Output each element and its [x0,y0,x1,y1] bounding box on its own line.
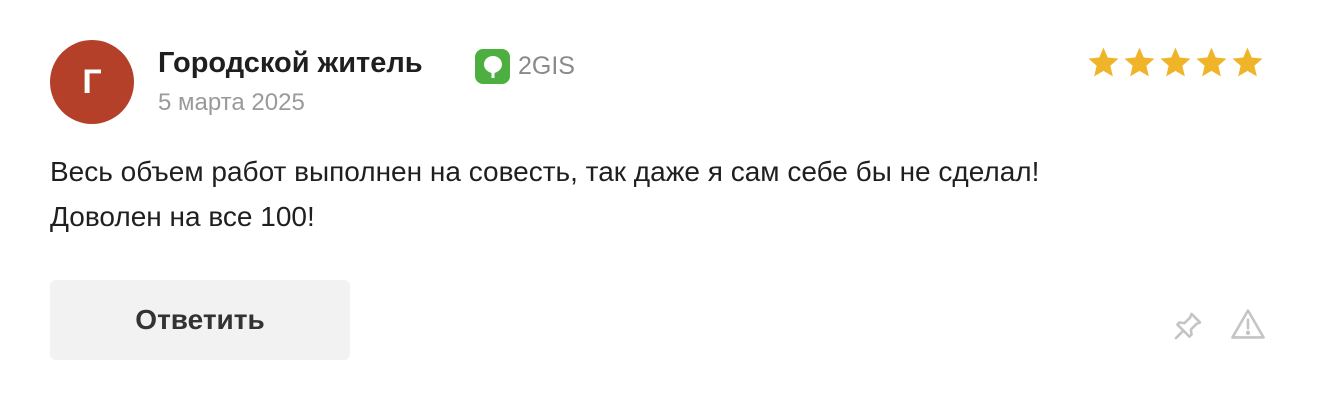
author-name: Городской житель [158,47,423,79]
review-card: Г Городской житель 2GIS 5 марта 2025 Вес… [0,0,1326,420]
star-icon [1196,47,1227,77]
star-rating [1086,45,1265,80]
pin-icon[interactable] [1168,306,1208,346]
reply-button[interactable]: Ответить [50,280,350,360]
star-icon [1088,47,1119,77]
2gis-logo-icon [475,49,510,84]
warning-icon[interactable] [1228,304,1268,344]
star-icon [1124,47,1155,77]
source-label: 2GIS [518,52,575,80]
avatar: Г [50,40,134,124]
review-date: 5 марта 2025 [158,89,305,116]
review-source: 2GIS [475,49,575,84]
review-text-line: Доволен на все 100! [50,201,315,232]
avatar-letter: Г [82,62,102,101]
star-icon [1232,47,1263,77]
review-text-line: Весь объем работ выполнен на совесть, та… [50,156,1040,187]
review-text: Весь объем работ выполнен на совесть, та… [50,149,1280,239]
star-icon [1160,47,1191,77]
